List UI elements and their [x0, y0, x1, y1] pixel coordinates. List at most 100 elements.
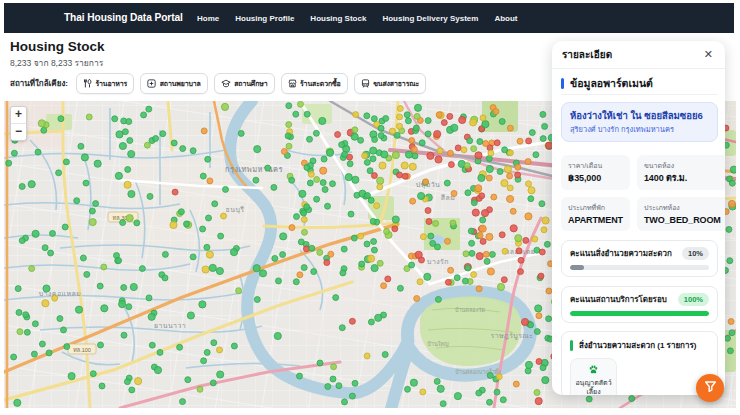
housing-dot[interactable] [23, 312, 29, 318]
housing-dot[interactable] [230, 249, 237, 256]
housing-dot[interactable] [486, 233, 493, 240]
housing-dot[interactable] [477, 139, 483, 145]
housing-dot[interactable] [426, 219, 432, 225]
housing-dot[interactable] [728, 200, 735, 207]
housing-dot[interactable] [115, 172, 122, 179]
housing-dot[interactable] [253, 177, 259, 183]
housing-dot[interactable] [377, 177, 384, 184]
housing-dot[interactable] [135, 378, 142, 385]
housing-dot[interactable] [162, 251, 168, 257]
housing-dot[interactable] [409, 262, 415, 268]
housing-dot[interactable] [425, 208, 431, 214]
housing-dot[interactable] [539, 249, 545, 255]
nav-item-about[interactable]: About [494, 14, 517, 23]
housing-dot[interactable] [6, 160, 12, 166]
housing-dot[interactable] [302, 229, 308, 235]
housing-dot[interactable] [146, 106, 152, 112]
housing-dot[interactable] [513, 381, 519, 387]
housing-dot[interactable] [523, 237, 529, 243]
housing-dot[interactable] [475, 152, 482, 159]
housing-dot[interactable] [299, 190, 306, 197]
housing-dot[interactable] [304, 165, 310, 171]
housing-dot[interactable] [116, 258, 122, 264]
housing-dot[interactable] [450, 220, 456, 226]
housing-dot[interactable] [341, 246, 347, 252]
housing-dot[interactable] [297, 272, 303, 278]
housing-dot[interactable] [515, 164, 521, 170]
housing-dot[interactable] [32, 321, 38, 327]
filter-button-school[interactable]: สถานศึกษา [214, 73, 275, 94]
housing-dot[interactable] [471, 200, 477, 206]
housing-dot[interactable] [125, 167, 131, 173]
housing-dot[interactable] [489, 251, 495, 257]
housing-dot[interactable] [35, 149, 41, 155]
housing-dot[interactable] [494, 140, 500, 146]
housing-dot[interactable] [50, 230, 56, 236]
housing-dot[interactable] [231, 343, 237, 349]
housing-dot[interactable] [515, 235, 522, 242]
housing-dot[interactable] [414, 113, 420, 119]
housing-dot[interactable] [410, 198, 416, 204]
housing-dot[interactable] [351, 235, 357, 241]
housing-dot[interactable] [345, 174, 352, 181]
housing-dot[interactable] [78, 143, 84, 149]
housing-dot[interactable] [328, 251, 334, 257]
housing-dot[interactable] [424, 273, 431, 280]
housing-dot[interactable] [409, 163, 416, 170]
housing-dot[interactable] [405, 151, 412, 158]
housing-dot[interactable] [202, 266, 209, 273]
housing-dot[interactable] [404, 112, 410, 118]
housing-dot[interactable] [486, 165, 493, 172]
housing-dot[interactable] [144, 142, 150, 148]
housing-dot[interactable] [419, 140, 425, 146]
housing-dot[interactable] [314, 177, 320, 183]
housing-dot[interactable] [200, 173, 206, 179]
housing-dot[interactable] [301, 210, 307, 216]
housing-dot[interactable] [425, 131, 431, 137]
housing-dot[interactable] [41, 127, 47, 133]
housing-dot[interactable] [335, 132, 341, 138]
housing-dot[interactable] [352, 127, 358, 133]
housing-dot[interactable] [470, 119, 477, 126]
housing-dot[interactable] [330, 376, 336, 382]
housing-dot[interactable] [322, 187, 328, 193]
housing-dot[interactable] [349, 393, 355, 399]
housing-dot[interactable] [384, 228, 390, 234]
housing-dot[interactable] [15, 286, 21, 292]
housing-dot[interactable] [271, 184, 277, 190]
housing-dot[interactable] [397, 285, 403, 291]
housing-dot[interactable] [493, 109, 499, 115]
housing-dot[interactable] [81, 154, 88, 161]
housing-dot[interactable] [377, 260, 383, 266]
housing-dot[interactable] [353, 112, 359, 118]
housing-dot[interactable] [170, 221, 177, 228]
housing-dot[interactable] [382, 352, 388, 358]
housing-dot[interactable] [206, 215, 212, 221]
housing-dot[interactable] [74, 198, 80, 204]
housing-dot[interactable] [157, 349, 163, 355]
housing-dot[interactable] [447, 113, 453, 119]
housing-dot[interactable] [476, 253, 483, 260]
housing-dot[interactable] [178, 209, 184, 215]
housing-dot[interactable] [367, 168, 373, 174]
housing-dot[interactable] [331, 364, 337, 370]
housing-dot[interactable] [501, 180, 508, 187]
housing-dot[interactable] [116, 131, 123, 138]
housing-dot[interactable] [435, 156, 442, 163]
housing-dot[interactable] [529, 130, 535, 136]
housing-dot[interactable] [469, 250, 475, 256]
housing-dot[interactable] [499, 119, 505, 125]
housing-dot[interactable] [121, 332, 127, 338]
housing-dot[interactable] [319, 117, 326, 124]
housing-dot[interactable] [526, 181, 532, 187]
housing-dot[interactable] [298, 101, 304, 107]
housing-dot[interactable] [11, 150, 17, 156]
housing-dot[interactable] [488, 150, 494, 156]
zoom-out-button[interactable]: − [11, 124, 26, 140]
housing-dot[interactable] [526, 138, 532, 144]
housing-dot[interactable] [187, 312, 194, 319]
housing-dot[interactable] [325, 203, 331, 209]
housing-dot[interactable] [46, 350, 52, 356]
housing-dot[interactable] [371, 116, 377, 122]
housing-dot[interactable] [24, 329, 30, 335]
